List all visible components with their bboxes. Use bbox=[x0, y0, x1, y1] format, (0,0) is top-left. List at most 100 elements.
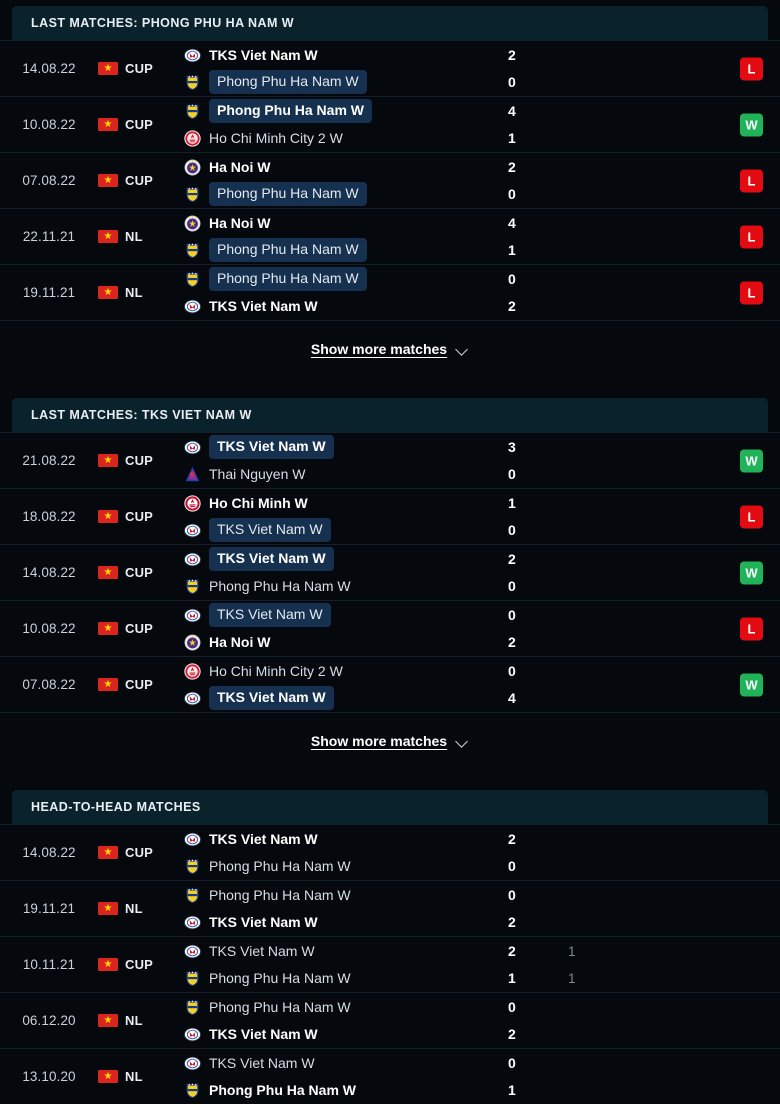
team-name-away[interactable]: TKS Viet Nam W bbox=[209, 296, 318, 317]
team-line-home[interactable]: TKS Viet Nam W bbox=[184, 547, 780, 571]
competition-label: NL bbox=[125, 901, 143, 916]
team-name-away[interactable]: Thai Nguyen W bbox=[209, 464, 305, 485]
show-more-row[interactable]: Show more matches bbox=[0, 712, 780, 768]
team-line-away[interactable]: Phong Phu Ha Nam W bbox=[184, 1080, 780, 1101]
competition-cell[interactable]: ★ CUP bbox=[98, 61, 178, 76]
competition-cell[interactable]: ★ NL bbox=[98, 229, 178, 244]
team-line-home[interactable]: TKS Viet Nam W bbox=[184, 829, 780, 850]
team-name-away[interactable]: Phong Phu Ha Nam W bbox=[209, 576, 351, 597]
team-name-home[interactable]: Phong Phu Ha Nam W bbox=[209, 267, 367, 291]
team-line-away[interactable]: Thai Nguyen W bbox=[184, 464, 780, 485]
team-line-away[interactable]: TKS Viet Nam W bbox=[184, 686, 780, 710]
competition-cell[interactable]: ★ CUP bbox=[98, 565, 178, 580]
team-line-away[interactable]: Ho Chi Minh City 2 W bbox=[184, 128, 780, 149]
team-name-away[interactable]: TKS Viet Nam W bbox=[209, 912, 318, 933]
team-name-home[interactable]: TKS Viet Nam W bbox=[209, 547, 334, 571]
team-name-home[interactable]: Phong Phu Ha Nam W bbox=[209, 885, 351, 906]
team-line-home[interactable]: Phong Phu Ha Nam W bbox=[184, 267, 780, 291]
team-line-away[interactable]: Phong Phu Ha Nam W bbox=[184, 856, 780, 877]
table-row[interactable]: 10.11.21 ★ CUP TKS Viet Nam W Phong Phu Ha N… bbox=[0, 936, 780, 992]
competition-cell[interactable]: ★ CUP bbox=[98, 845, 178, 860]
team-name-away[interactable]: Phong Phu Ha Nam W bbox=[209, 182, 367, 206]
competition-cell[interactable]: ★ CUP bbox=[98, 677, 178, 692]
table-row[interactable]: 10.08.22 ★ CUP TKS Viet Nam W Ha Noi W02L bbox=[0, 600, 780, 656]
table-row[interactable]: 07.08.22 ★ CUP Ha Noi W Phong Phu Ha Nam W20… bbox=[0, 152, 780, 208]
team-line-away[interactable]: TKS Viet Nam W bbox=[184, 296, 780, 317]
competition-cell[interactable]: ★ CUP bbox=[98, 117, 178, 132]
team-line-away[interactable]: Ha Noi W bbox=[184, 632, 780, 653]
team-line-away[interactable]: Phong Phu Ha Nam W bbox=[184, 182, 780, 206]
team-line-home[interactable]: Phong Phu Ha Nam W bbox=[184, 885, 780, 906]
team-name-home[interactable]: Phong Phu Ha Nam W bbox=[209, 997, 351, 1018]
competition-cell[interactable]: ★ NL bbox=[98, 1013, 178, 1028]
team-name-home[interactable]: Ho Chi Minh City 2 W bbox=[209, 661, 343, 682]
table-row[interactable]: 06.12.20 ★ NL Phong Phu Ha Nam W TKS Viet Na… bbox=[0, 992, 780, 1048]
table-row[interactable]: 14.08.22 ★ CUP TKS Viet Nam W Phong Phu Ha N… bbox=[0, 40, 780, 96]
competition-cell[interactable]: ★ NL bbox=[98, 285, 178, 300]
table-row[interactable]: 14.08.22 ★ CUP TKS Viet Nam W Phong Phu Ha N… bbox=[0, 824, 780, 880]
vietnam-flag-icon: ★ bbox=[98, 118, 118, 131]
team-line-home[interactable]: TKS Viet Nam W bbox=[184, 1053, 780, 1074]
team-name-away[interactable]: TKS Viet Nam W bbox=[209, 1024, 318, 1045]
show-more-matches-button[interactable]: Show more matches bbox=[311, 733, 469, 749]
table-row[interactable]: 07.08.22 ★ CUP Ho Chi Minh City 2 W TKS Viet… bbox=[0, 656, 780, 712]
table-row[interactable]: 10.08.22 ★ CUP Phong Phu Ha Nam W Ho Chi Min… bbox=[0, 96, 780, 152]
team-line-away[interactable]: Phong Phu Ha Nam W bbox=[184, 576, 780, 597]
table-row[interactable]: 18.08.22 ★ CUP Ho Chi Minh W TKS Viet Nam W 1… bbox=[0, 488, 780, 544]
competition-cell[interactable]: ★ NL bbox=[98, 901, 178, 916]
team-line-home[interactable]: Ho Chi Minh W bbox=[184, 493, 780, 514]
team-name-home[interactable]: TKS Viet Nam W bbox=[209, 1053, 315, 1074]
table-row[interactable]: 13.10.20 ★ NL TKS Viet Nam W Phong Phu Ha Na… bbox=[0, 1048, 780, 1104]
show-more-matches-button[interactable]: Show more matches bbox=[311, 341, 469, 357]
team-line-home[interactable]: Ha Noi W bbox=[184, 213, 780, 234]
team-line-home[interactable]: TKS Viet Nam W bbox=[184, 603, 780, 627]
team-line-home[interactable]: Phong Phu Ha Nam W bbox=[184, 997, 780, 1018]
team-line-home[interactable]: TKS Viet Nam W bbox=[184, 45, 780, 66]
competition-cell[interactable]: ★ CUP bbox=[98, 173, 178, 188]
ho-chi-minh-2-crest bbox=[184, 129, 201, 147]
team-name-home[interactable]: Ha Noi W bbox=[209, 213, 270, 234]
team-name-home[interactable]: TKS Viet Nam W bbox=[209, 435, 334, 459]
team-name-home[interactable]: Ho Chi Minh W bbox=[209, 493, 308, 514]
team-name-home[interactable]: Ha Noi W bbox=[209, 157, 270, 178]
team-name-home[interactable]: TKS Viet Nam W bbox=[209, 603, 331, 627]
team-name-away[interactable]: Phong Phu Ha Nam W bbox=[209, 1080, 356, 1101]
table-row[interactable]: 19.11.21 ★ NL Phong Phu Ha Nam W TKS Viet Na… bbox=[0, 264, 780, 320]
team-line-away[interactable]: TKS Viet Nam W bbox=[184, 1024, 780, 1045]
team-name-away[interactable]: TKS Viet Nam W bbox=[209, 518, 331, 542]
table-row[interactable]: 21.08.22 ★ CUP TKS Viet Nam W Thai Nguyen W 3… bbox=[0, 432, 780, 488]
team-name-home[interactable]: TKS Viet Nam W bbox=[209, 941, 315, 962]
table-row[interactable]: 14.08.22 ★ CUP TKS Viet Nam W Phong Phu Ha N… bbox=[0, 544, 780, 600]
team-name-away[interactable]: Phong Phu Ha Nam W bbox=[209, 856, 351, 877]
table-row[interactable]: 19.11.21 ★ NL Phong Phu Ha Nam W TKS Viet Na… bbox=[0, 880, 780, 936]
team-line-away[interactable]: TKS Viet Nam W bbox=[184, 912, 780, 933]
team-name-away[interactable]: Ha Noi W bbox=[209, 632, 270, 653]
team-line-home[interactable]: Ho Chi Minh City 2 W bbox=[184, 661, 780, 682]
team-line-away[interactable]: Phong Phu Ha Nam W bbox=[184, 70, 780, 94]
away-score: 2 bbox=[508, 633, 516, 650]
result-cell: W bbox=[740, 561, 763, 584]
team-name-away[interactable]: Phong Phu Ha Nam W bbox=[209, 70, 367, 94]
team-name-away[interactable]: Ho Chi Minh City 2 W bbox=[209, 128, 343, 149]
competition-cell[interactable]: ★ CUP bbox=[98, 509, 178, 524]
team-name-away[interactable]: TKS Viet Nam W bbox=[209, 686, 334, 710]
team-name-away[interactable]: Phong Phu Ha Nam W bbox=[209, 968, 351, 989]
table-row[interactable]: 22.11.21 ★ NL Ha Noi W Phong Phu Ha Nam W41L bbox=[0, 208, 780, 264]
team-name-home[interactable]: Phong Phu Ha Nam W bbox=[209, 99, 372, 123]
team-name-away[interactable]: Phong Phu Ha Nam W bbox=[209, 238, 367, 262]
team-line-away[interactable]: TKS Viet Nam W bbox=[184, 518, 780, 542]
team-line-home[interactable]: TKS Viet Nam W bbox=[184, 435, 780, 459]
competition-cell[interactable]: ★ CUP bbox=[98, 957, 178, 972]
competition-cell[interactable]: ★ CUP bbox=[98, 621, 178, 636]
team-line-away[interactable]: Phong Phu Ha Nam W bbox=[184, 238, 780, 262]
tks-viet-nam-crest bbox=[184, 915, 201, 929]
team-line-home[interactable]: TKS Viet Nam W bbox=[184, 941, 780, 962]
team-name-home[interactable]: TKS Viet Nam W bbox=[209, 45, 318, 66]
competition-cell[interactable]: ★ CUP bbox=[98, 453, 178, 468]
competition-label: NL bbox=[125, 229, 143, 244]
team-line-home[interactable]: Phong Phu Ha Nam W bbox=[184, 99, 780, 123]
show-more-row[interactable]: Show more matches bbox=[0, 320, 780, 376]
team-line-home[interactable]: Ha Noi W bbox=[184, 157, 780, 178]
team-line-away[interactable]: Phong Phu Ha Nam W bbox=[184, 968, 780, 989]
team-name-home[interactable]: TKS Viet Nam W bbox=[209, 829, 318, 850]
